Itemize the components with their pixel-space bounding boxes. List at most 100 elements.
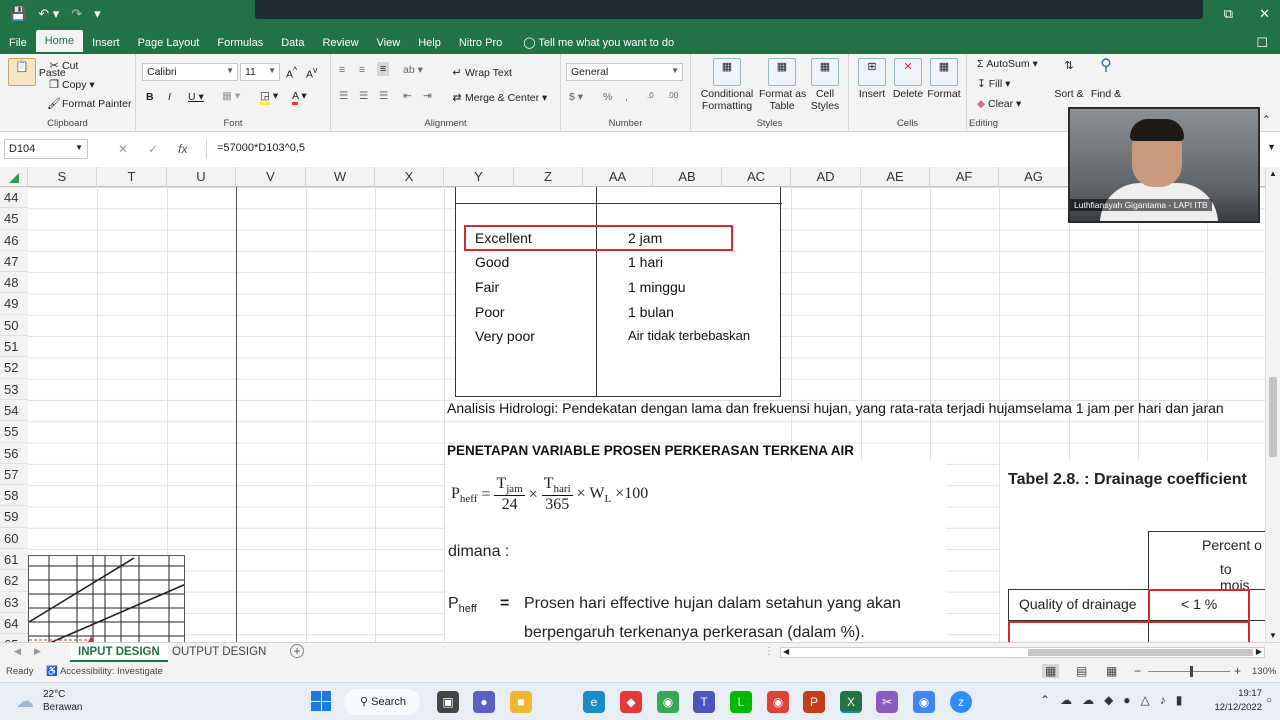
italic-button[interactable]: I (168, 91, 171, 103)
page-break-view-icon[interactable]: ▦ (1106, 664, 1117, 678)
enter-icon[interactable]: ✓ (148, 142, 158, 156)
name-box[interactable]: D104 ▼ (4, 139, 88, 159)
font-color-button[interactable]: A ▾ (292, 90, 307, 105)
percent-button[interactable]: % (603, 91, 612, 103)
conditional-formatting-button[interactable]: ▦ Conditional Formatting (697, 58, 757, 112)
select-all-corner[interactable] (0, 167, 28, 187)
undo-icon[interactable]: ↶ ▾ (38, 6, 59, 22)
grow-font-button[interactable]: A^ (286, 65, 297, 81)
scroll-left-icon[interactable]: ◀ (783, 647, 789, 656)
row-header[interactable]: 63 (0, 591, 28, 613)
customize-icon[interactable]: ▾ (94, 6, 101, 22)
align-top-button[interactable]: ≡ (339, 64, 345, 76)
clock[interactable]: 19:17 12/12/2022 (1208, 688, 1262, 713)
cut-button[interactable]: ✂ Cut (46, 58, 78, 74)
column-header[interactable]: AC (722, 167, 791, 187)
orientation-button[interactable]: ab ▾ (403, 64, 423, 76)
worksheet-grid[interactable]: S T U V W X Y Z AA AB AC AD AE AF AG 44 … (0, 167, 1265, 645)
clear-button[interactable]: ◆ Clear ▾ (977, 98, 1021, 110)
sheet-tab-input-design[interactable]: INPUT DESIGN (70, 643, 168, 662)
column-header[interactable]: AG (999, 167, 1069, 187)
tell-me-box[interactable]: ◯ Tell me what you want to do (523, 36, 674, 54)
tab-view[interactable]: View (368, 37, 410, 54)
tab-split-handle[interactable]: ⋮ (764, 646, 774, 657)
app-red-icon[interactable]: ◆ (620, 691, 642, 713)
snipping-tool-icon[interactable]: ✂ (876, 691, 898, 713)
column-header[interactable]: AB (653, 167, 722, 187)
chrome-2-icon[interactable]: ◉ (767, 691, 789, 713)
vertical-scroll-thumb[interactable] (1269, 377, 1277, 457)
sheet-tab-output-design[interactable]: OUTPUT DESIGN (164, 643, 274, 662)
row-header[interactable]: 62 (0, 570, 28, 592)
tab-file[interactable]: File (0, 37, 36, 54)
number-format-select[interactable]: General ▼ (566, 63, 683, 81)
copy-button[interactable]: ❐ Copy ▾ (46, 77, 95, 93)
row-header[interactable]: 61 (0, 549, 28, 571)
align-right-button[interactable]: ☰ (379, 90, 388, 102)
row-header[interactable]: 55 (0, 421, 28, 443)
volume-icon[interactable]: ♪ (1160, 693, 1166, 707)
chrome-icon[interactable]: ◉ (657, 691, 679, 713)
powerpoint-icon[interactable]: P (803, 691, 825, 713)
excel-icon[interactable]: X (840, 691, 862, 713)
delete-cells-button[interactable]: ✕ Delete (891, 58, 925, 100)
autosum-button[interactable]: Σ AutoSum ▾ (977, 58, 1038, 70)
scroll-up-icon[interactable]: ▲ (1269, 169, 1277, 178)
save-icon[interactable]: 💾 (10, 6, 26, 22)
teams-chat-icon[interactable]: ● (473, 691, 495, 713)
tab-insert[interactable]: Insert (83, 37, 129, 54)
chrome-3-icon[interactable]: ◉ (913, 691, 935, 713)
accessibility-status[interactable]: ♿ Accessibility: Investigate (46, 666, 163, 677)
currency-button[interactable]: $ ▾ (569, 91, 583, 103)
zoom-icon[interactable]: z (950, 691, 972, 713)
normal-view-icon[interactable]: ▦ (1042, 664, 1060, 678)
microphone-icon[interactable]: ● (1123, 693, 1130, 707)
align-left-button[interactable]: ☰ (339, 90, 348, 102)
row-header[interactable]: 53 (0, 378, 28, 400)
column-header[interactable]: S (28, 167, 97, 187)
paste-button[interactable]: 📋 Paste (8, 58, 66, 88)
onedrive-icon[interactable]: ☁ (1082, 693, 1094, 707)
column-header[interactable]: AA (583, 167, 653, 187)
row-header[interactable]: 48 (0, 272, 28, 294)
cell-styles-button[interactable]: ▦ Cell Styles (807, 58, 843, 112)
page-layout-view-icon[interactable]: ▤ (1076, 664, 1087, 678)
row-header[interactable]: 54 (0, 399, 28, 422)
column-header[interactable]: U (167, 167, 236, 187)
column-header[interactable]: Y (444, 167, 514, 187)
row-header[interactable]: 64 (0, 612, 28, 635)
tab-nitro-pro[interactable]: Nitro Pro (450, 37, 511, 54)
align-center-button[interactable]: ☰ (359, 90, 368, 102)
tab-help[interactable]: Help (409, 37, 450, 54)
format-cells-button[interactable]: ▦ Format (927, 58, 961, 100)
shrink-font-button[interactable]: Av (306, 65, 317, 81)
hydrology-analysis-text[interactable]: Analisis Hidrologi: Pendekatan dengan la… (447, 400, 1224, 416)
tab-formulas[interactable]: Formulas (208, 37, 272, 54)
column-header[interactable]: AD (791, 167, 861, 187)
wifi-icon[interactable]: △ (1141, 693, 1150, 707)
borders-button[interactable]: ▦ ▾ (222, 90, 240, 102)
chevron-up-icon[interactable]: ⌃ (1040, 693, 1050, 707)
expand-formula-icon[interactable]: ▼ (1267, 142, 1276, 152)
column-header[interactable]: Z (514, 167, 583, 187)
section-heading[interactable]: PENETAPAN VARIABLE PROSEN PERKERASAN TER… (447, 443, 854, 458)
start-icon[interactable] (311, 691, 331, 711)
format-painter-button[interactable]: 🖌Format Painter (46, 96, 131, 112)
comma-button[interactable]: , (625, 91, 628, 103)
row-header[interactable]: 51 (0, 336, 28, 358)
prev-sheet-icon[interactable]: ◀ (14, 646, 21, 657)
wrap-text-button[interactable]: ↵ Wrap Text (449, 65, 512, 81)
zoom-slider-thumb[interactable] (1190, 666, 1193, 677)
increase-indent-button[interactable]: ⇥ (423, 90, 432, 102)
row-header[interactable]: 52 (0, 357, 28, 379)
row-header[interactable]: 49 (0, 293, 28, 315)
horizontal-scrollbar[interactable]: ◀ ▶ (780, 647, 1265, 658)
restore-icon[interactable]: ⧉ (1224, 6, 1233, 22)
vertical-scrollbar[interactable]: ▲ ▼ (1265, 167, 1280, 642)
increase-decimal-button[interactable]: .0 (647, 91, 654, 100)
fill-color-button[interactable]: ◲ ▾ (260, 90, 278, 105)
row-header[interactable]: 59 (0, 506, 28, 528)
task-view-icon[interactable]: ▣ (437, 691, 459, 713)
scroll-right-icon[interactable]: ▶ (1256, 647, 1262, 656)
file-explorer-icon[interactable]: ■ (510, 691, 532, 713)
